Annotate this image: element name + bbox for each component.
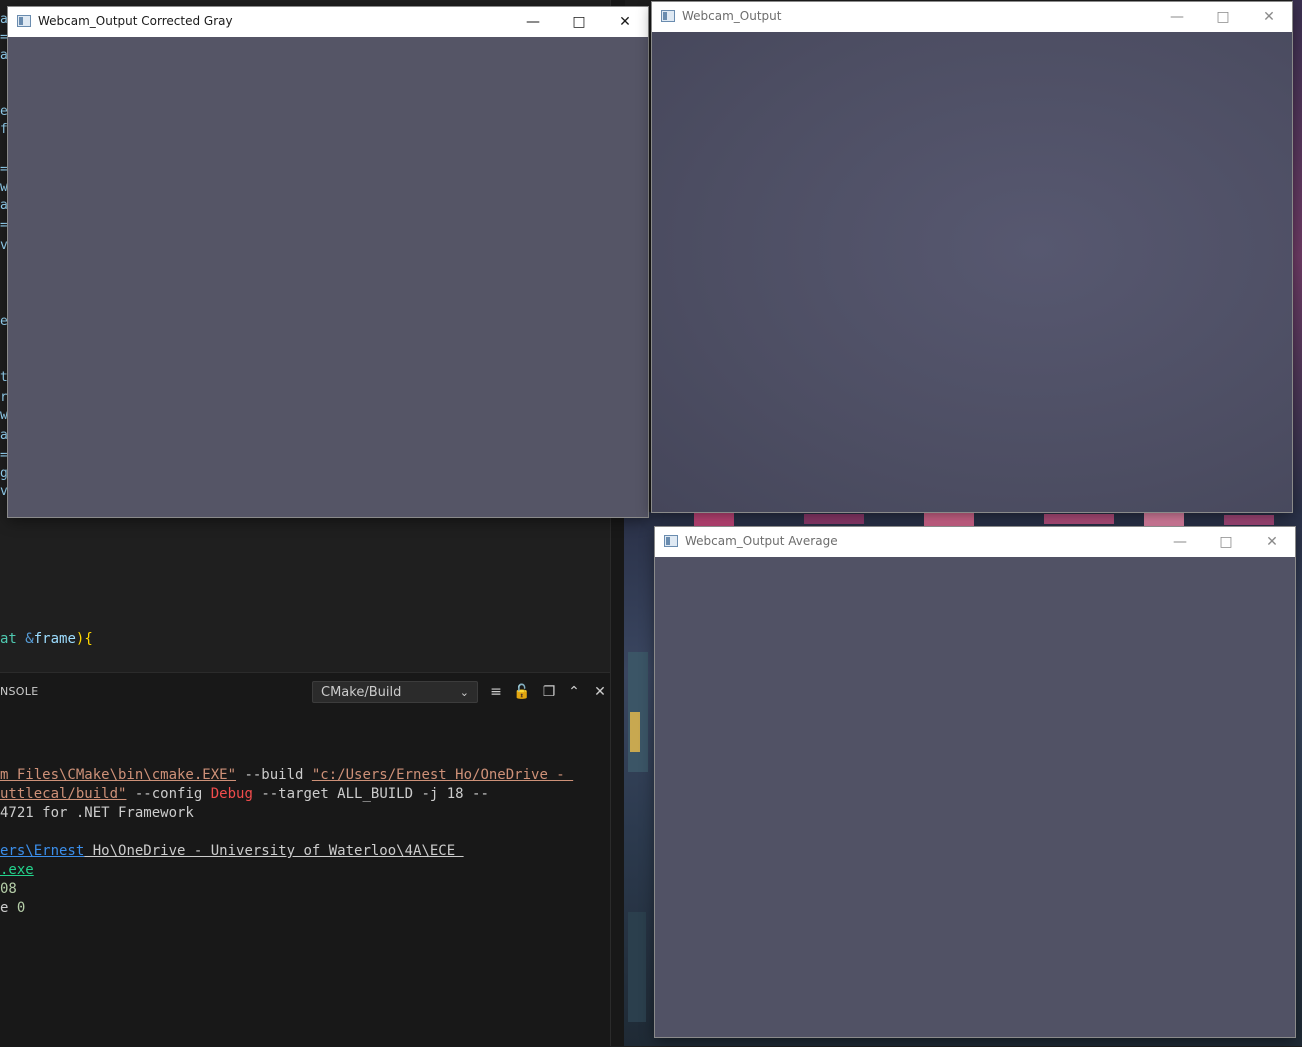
code-fragment: =	[0, 448, 8, 463]
terminal-line-1: m Files\CMake\bin\cmake.EXE" --build "c:…	[0, 767, 574, 783]
terminal-line-6: .exe	[0, 862, 34, 878]
maximize-icon[interactable]: □	[1200, 2, 1246, 32]
output-panel: NSOLE CMake/Build ⌄ ≡ 🔓 ❐ ⌃ ✕ m Files\CM…	[0, 672, 610, 1047]
window-title: Webcam_Output	[682, 9, 782, 23]
chevron-up-icon[interactable]: ⌃	[564, 681, 584, 703]
video-frame-gray	[8, 37, 648, 517]
titlebar[interactable]: Webcam_Output — □ ✕	[652, 2, 1292, 32]
lock-scroll-icon[interactable]: 🔓	[512, 681, 532, 703]
video-frame-output	[652, 32, 1292, 512]
window-corrected-gray[interactable]: Webcam_Output Corrected Gray — □ ✕	[8, 7, 648, 517]
code-fragment: =	[0, 218, 8, 233]
minimize-icon[interactable]: —	[1157, 527, 1203, 557]
window-webcam-average[interactable]: Webcam_Output Average — □ ✕	[655, 527, 1295, 1037]
terminal-line-3: 4721 for .NET Framework	[0, 805, 194, 821]
output-channel-dropdown[interactable]: CMake/Build ⌄	[312, 681, 478, 703]
window-title: Webcam_Output Corrected Gray	[38, 14, 233, 28]
close-icon[interactable]: ✕	[1246, 2, 1292, 32]
minimize-icon[interactable]: —	[510, 7, 556, 37]
titlebar[interactable]: Webcam_Output Corrected Gray — □ ✕	[8, 7, 648, 37]
close-icon[interactable]: ✕	[1249, 527, 1295, 557]
chevron-down-icon: ⌄	[459, 686, 469, 699]
copy-icon[interactable]: ❐	[539, 681, 559, 703]
window-title: Webcam_Output Average	[685, 534, 838, 548]
code-fragment: t	[0, 370, 8, 385]
close-icon[interactable]: ✕	[602, 7, 648, 37]
maximize-icon[interactable]: □	[1203, 527, 1249, 557]
terminal-line-8: e 0	[0, 900, 26, 916]
terminal-line-2: uttlecal/build" --config Debug --target …	[0, 786, 489, 802]
app-window-icon	[17, 15, 31, 27]
terminal-line-7: 08	[0, 881, 17, 897]
video-frame-average	[655, 557, 1295, 1037]
terminal-output: m Files\CMake\bin\cmake.EXE" --build "c:…	[0, 747, 573, 956]
code-snippet: at &frame){ rame_height, frame_width, CV…	[0, 592, 422, 672]
app-window-icon	[661, 10, 675, 22]
app-window-icon	[664, 535, 678, 547]
code-fragment: a	[0, 48, 8, 63]
code-fragment: g	[0, 466, 8, 481]
code-fragment: =	[0, 162, 8, 177]
code-line-1: at &frame){	[0, 631, 93, 647]
panel-tab-title[interactable]: NSOLE	[0, 685, 38, 698]
titlebar[interactable]: Webcam_Output Average — □ ✕	[655, 527, 1295, 557]
maximize-icon[interactable]: □	[556, 7, 602, 37]
dropdown-value: CMake/Build	[321, 685, 402, 700]
close-panel-icon[interactable]: ✕	[590, 681, 610, 703]
terminal-line-4	[0, 823, 573, 842]
code-fragment: =	[0, 30, 8, 45]
terminal-line-5: ers\Ernest Ho\OneDrive - University of W…	[0, 843, 464, 859]
window-webcam-output[interactable]: Webcam_Output — □ ✕	[652, 2, 1292, 512]
clear-output-icon[interactable]: ≡	[486, 681, 506, 703]
minimize-icon[interactable]: —	[1154, 2, 1200, 32]
